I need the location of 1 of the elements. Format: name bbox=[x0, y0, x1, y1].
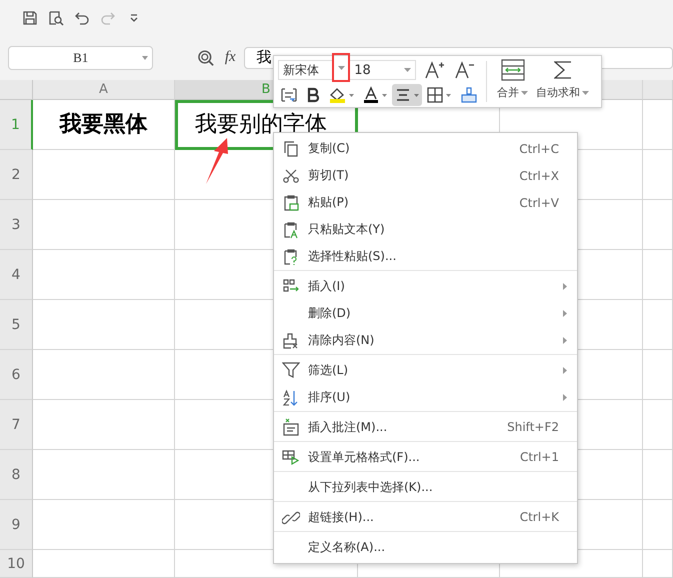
table-cell: 我要黑体 bbox=[33, 100, 175, 150]
